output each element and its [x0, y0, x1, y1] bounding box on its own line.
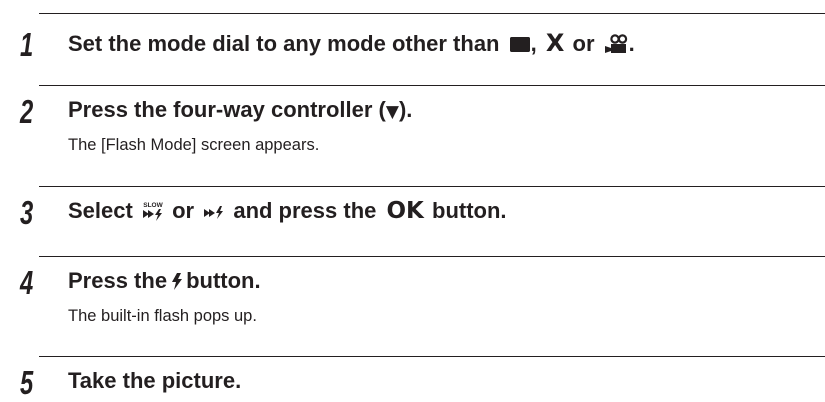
step-title-or: or	[572, 31, 595, 56]
step-description: The [Flash Mode] screen appears.	[68, 136, 320, 154]
step-title: Press the button.	[68, 268, 261, 294]
slow-sync-flash-icon: SLOW	[142, 202, 164, 221]
step-title-text-end: button.	[432, 198, 507, 223]
step-title-text: Select	[68, 198, 133, 223]
step-divider	[39, 256, 825, 257]
step-divider	[39, 13, 825, 14]
step-number: 5	[20, 364, 34, 401]
step-title-text-end: ).	[398, 97, 413, 122]
step-description: The built-in flash pops up.	[68, 307, 257, 325]
step-number: 3	[20, 194, 34, 231]
step-title-separator: ,	[530, 31, 537, 56]
movie-mode-icon	[604, 34, 627, 53]
step-title-text: Press the four-way controller (	[68, 97, 386, 122]
step-title-text: Press the	[68, 268, 168, 293]
step-title-end: .	[628, 31, 635, 56]
ok-button-icon: OK	[386, 198, 424, 224]
step-number: 1	[20, 26, 34, 63]
step-title-text: Set the mode dial to any mode other than	[68, 31, 500, 56]
step-number: 4	[20, 264, 34, 301]
x-mode-icon: X	[545, 29, 565, 57]
step-title-or: or	[172, 198, 195, 223]
step-title-text-mid: and press the	[233, 198, 377, 223]
step-divider	[39, 186, 825, 187]
step-title-text-end: button.	[186, 268, 261, 293]
step-divider	[39, 85, 825, 86]
step-title: Select SLOW or and press the OK button.	[68, 198, 507, 224]
flash-icon	[172, 273, 183, 290]
step-title: Take the picture.	[68, 368, 242, 393]
step-divider	[39, 356, 825, 357]
red-eye-flash-icon	[204, 206, 224, 219]
step-number: 2	[20, 93, 34, 130]
photo-mode-icon	[509, 37, 530, 52]
step-title: Press the four-way controller (▼).	[68, 97, 412, 125]
down-arrow-icon: ▼	[385, 102, 399, 122]
step-title: Set the mode dial to any mode other than…	[68, 30, 635, 57]
slow-label: SLOW	[143, 202, 163, 209]
